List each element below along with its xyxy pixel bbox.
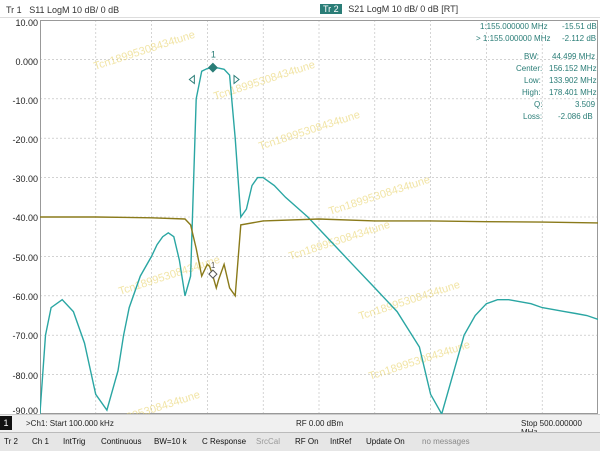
center-label: Center: [516,64,543,73]
loss-value: -2.086 dB [558,112,593,121]
watermark-text: Tcn18995308434tune [117,254,221,298]
watermark-text: Tcn18995308434tune [287,219,391,263]
y-tick: -30.00 [12,174,38,184]
y-tick: -80.00 [12,371,38,381]
trace-header: Tr 1 S11 LogM 10 dB/ 0 dB Tr 2 S21 LogM … [0,0,600,18]
sweep-info-bar: >Ch1: Start 100.000 kHz RF 0.00 dBm Stop… [0,414,600,437]
status-update[interactable]: Update On [366,437,405,446]
status-sweep-mode[interactable]: Continuous [101,437,141,446]
status-correction[interactable]: C Response [202,437,246,446]
marker2-value: -2.112 dB [562,34,597,43]
center-value: 156.152 MHz [549,64,597,73]
low-value: 133.902 MHz [549,76,597,85]
channel-number-badge[interactable]: 1 [0,416,12,430]
bw-value: 44.499 MHz [552,52,596,61]
marker2-diamond [208,269,218,279]
watermark-text: Tcn18995308434tune [257,109,361,153]
plot-svg: Tcn18995308434tuneTcn18995308434tuneTcn1… [39,19,599,433]
high-label: High: [522,88,541,97]
watermark-text: Tcn18995308434tune [97,389,201,414]
trace2-badge: Tr 2 [320,4,342,14]
watermark-text: Tcn18995308434tune [92,29,196,73]
low-label: Low: [524,76,541,85]
y-tick: -70.00 [12,331,38,341]
y-tick: -10.00 [12,96,38,106]
status-trigger[interactable]: IntTrig [63,437,85,446]
marker2-freq: > 1:155.000000 MHz [476,34,551,43]
y-tick: 0.000 [15,57,38,67]
bw-label: BW: [524,52,539,61]
high-value: 178.401 MHz [549,88,597,97]
y-tick: -60.00 [12,292,38,302]
watermark-text: Tcn18995308434tune [327,174,431,218]
marker1-freq: 1:155.000000 MHz [480,22,548,31]
start-frequency[interactable]: >Ch1: Start 100.000 kHz [26,419,114,428]
loss-label: Loss: [523,112,543,121]
status-bar: Tr 2 Ch 1 IntTrig Continuous BW=10 k C R… [0,432,600,451]
trace2-title[interactable]: Tr 2 S21 LogM 10 dB/ 0 dB [RT] [320,4,458,14]
plot-area[interactable]: Tcn18995308434tune Tcn18995308434tune Tcn1… [39,19,599,433]
y-tick: -40.00 [12,213,38,223]
status-if-bandwidth[interactable]: BW=10 k [154,437,187,446]
status-channel[interactable]: Ch 1 [32,437,49,446]
watermark-text: Tcn18995308434tune [367,339,471,383]
status-source-cal[interactable]: SrcCal [256,437,280,446]
status-reference[interactable]: IntRef [330,437,351,446]
bw-low-marker [188,74,195,85]
q-label: Q: [534,100,543,109]
y-tick: 10.00 [15,18,38,28]
marker1-number: 1 [211,50,216,60]
marker1-diamond [207,62,218,73]
marker2-number: 1 [211,261,216,270]
status-messages: no messages [422,437,470,446]
q-value: 3.509 [575,100,596,109]
status-trace[interactable]: Tr 2 [4,437,18,446]
y-tick: -50.00 [12,253,38,263]
marker1-value: -15.51 dB [562,22,597,31]
y-tick: -20.00 [12,135,38,145]
markers: 11 [188,50,240,279]
rf-power[interactable]: RF 0.00 dBm [296,419,343,428]
vna-screen: Tr 1 S11 LogM 10 dB/ 0 dB Tr 2 S21 LogM … [0,0,600,451]
trace1-title[interactable]: Tr 1 S11 LogM 10 dB/ 0 dB [6,5,119,15]
status-rf[interactable]: RF On [295,437,319,446]
watermark-text: Tcn18995308434tune [212,59,316,103]
